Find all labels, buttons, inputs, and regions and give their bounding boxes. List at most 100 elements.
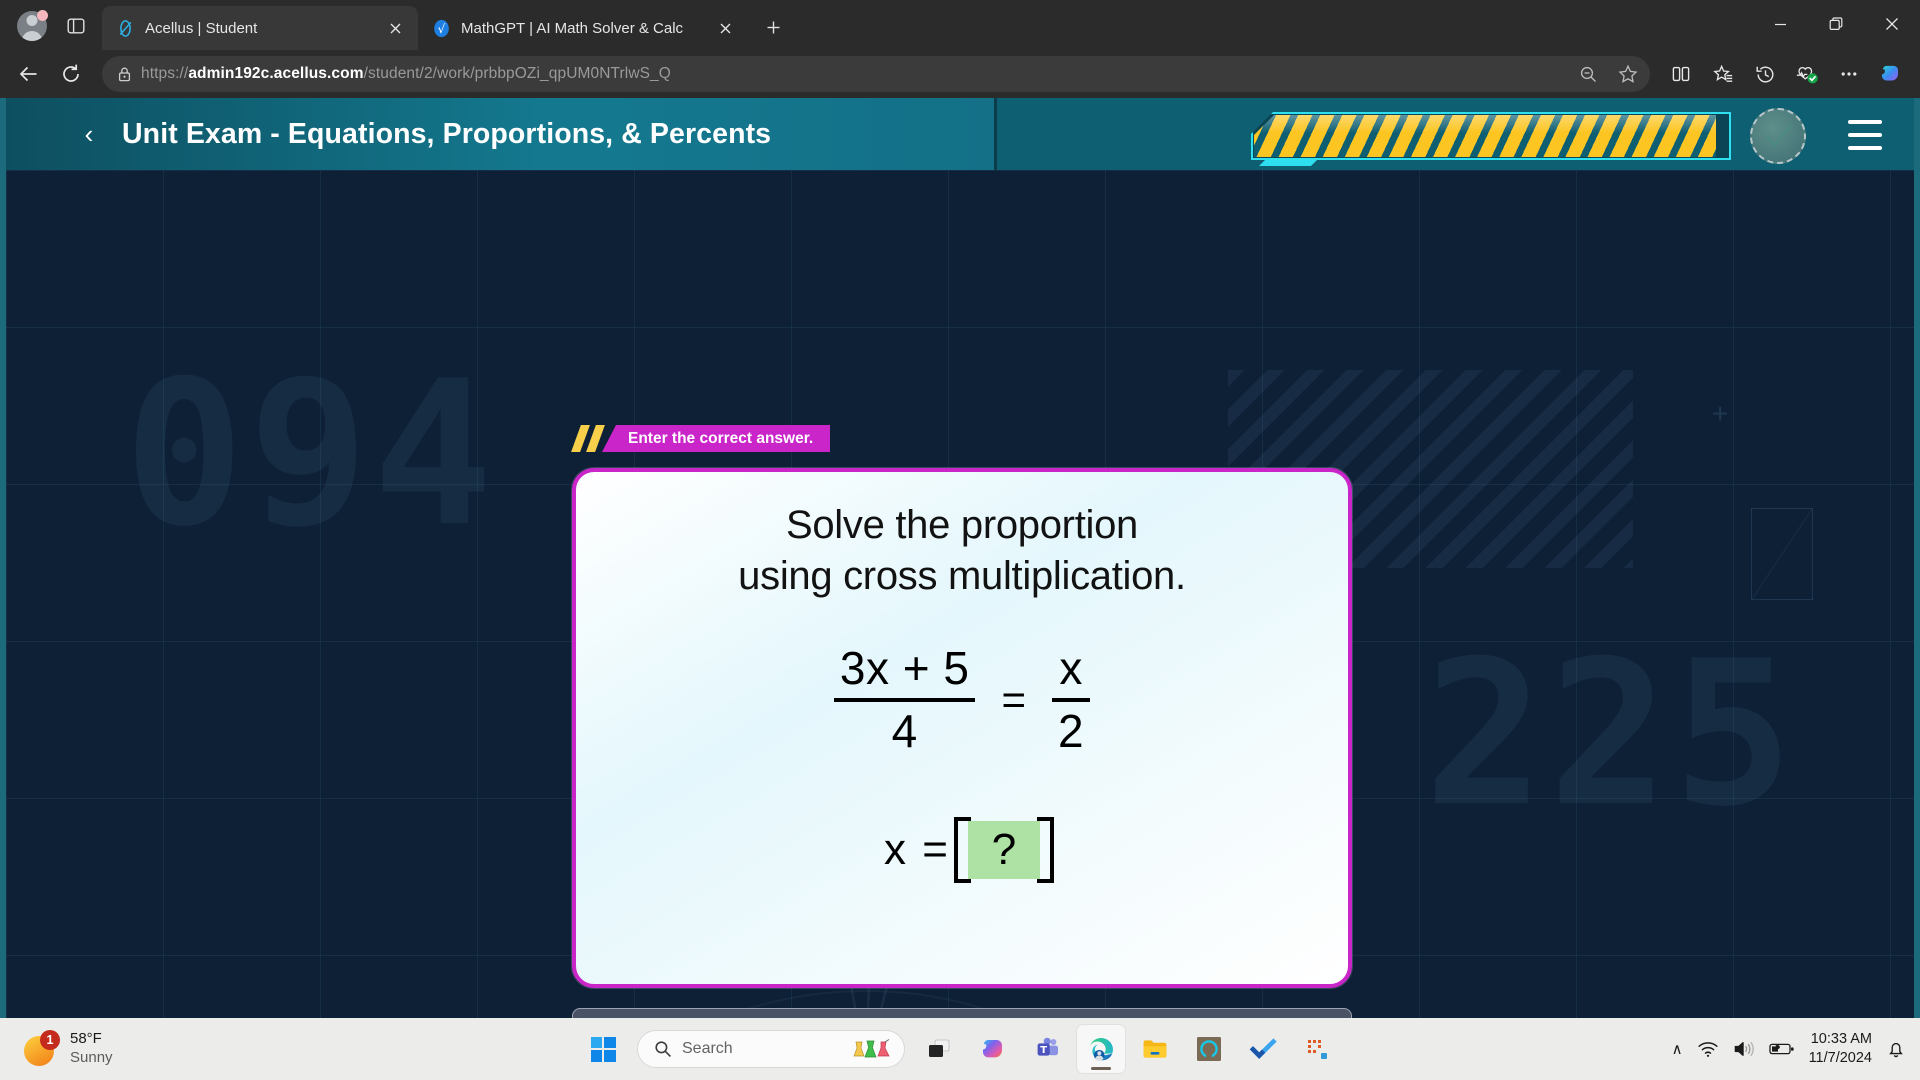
question-line-2: using cross multiplication. [738,554,1186,599]
close-window-button[interactable] [1864,0,1920,48]
weather-condition: Sunny [70,1049,113,1066]
equation: 3x + 5 4 = x 2 [833,642,1091,757]
microsoft-todo-icon[interactable] [1239,1025,1287,1073]
flasks-icon [850,1038,892,1060]
tab-title-acellus: Acellus | Student [145,19,258,37]
site-info-lock-icon[interactable] [116,66,133,83]
close-tab-icon[interactable] [382,15,408,41]
window-controls [1752,0,1920,48]
browser-essentials-icon[interactable] [1788,55,1826,93]
add-favorite-icon[interactable] [1612,58,1644,90]
microsoft-teams-icon[interactable]: T [1023,1025,1071,1073]
file-explorer-icon[interactable] [1131,1025,1179,1073]
background-plus-mark: + [1712,398,1729,429]
start-button[interactable] [579,1025,627,1073]
widget-icon[interactable] [1293,1025,1341,1073]
history-icon[interactable] [1746,55,1784,93]
acellus-app: ‹ Unit Exam - Equations, Proportions, & … [0,98,1920,1080]
progress-notch [1259,158,1319,166]
weather-text: 58°F Sunny [70,1030,113,1068]
background-number-left: 094 [124,338,498,571]
exam-back-button[interactable]: ‹ [62,119,116,150]
alexa-icon[interactable] [1185,1025,1233,1073]
battery-icon[interactable] [1768,1041,1795,1057]
svg-text:√: √ [438,22,446,36]
exam-progress-bar [1251,112,1731,160]
question-text: Solve the proportion using cross multipl… [738,500,1186,602]
equals-sign: = [1001,675,1027,723]
fraction-bar [1052,697,1091,702]
tab-title-mathgpt: MathGPT | AI Math Solver & Calc [461,19,684,37]
page-viewport: ‹ Unit Exam - Equations, Proportions, & … [0,98,1920,1080]
windows-logo-icon [590,1036,616,1062]
profile-button[interactable] [12,6,52,46]
zoom-out-icon[interactable] [1572,58,1604,90]
answer-placeholder-glyph: ? [991,824,1017,874]
header-divider [994,98,997,170]
close-tab-icon[interactable] [712,15,738,41]
browser-tab-acellus[interactable]: Acellus | Student [102,6,418,50]
clock-date: 11/7/2024 [1808,1050,1872,1066]
prompt-banner: Enter the correct answer. [571,425,831,452]
browser-tabstrip: Acellus | Student √ MathGPT | AI Math So… [0,0,1920,50]
acellus-icon [116,19,135,38]
volume-icon[interactable] [1733,1040,1755,1058]
favorites-icon[interactable] [1704,55,1742,93]
taskbar-search-box[interactable]: Search [637,1030,905,1068]
fraction-bar [833,697,976,702]
background-number-right: 225 [1424,618,1798,851]
question-line-1: Solve the proportion [785,503,1138,547]
clock-time: 10:33 AM [1810,1031,1872,1048]
taskbar-system-tray: ∧ 10:33 AM 11/7/2024 [1672,1030,1906,1068]
copilot-icon[interactable] [969,1025,1017,1073]
copilot-icon[interactable] [1872,55,1910,93]
wifi-icon[interactable] [1697,1040,1719,1058]
left-denominator: 4 [891,704,918,757]
split-screen-icon[interactable] [1662,55,1700,93]
bell-icon[interactable] [1886,1039,1906,1059]
taskbar-center-group: Search T [579,1025,1341,1073]
task-view-icon[interactable] [915,1025,963,1073]
exam-header: ‹ Unit Exam - Equations, Proportions, & … [6,98,1914,170]
answer-expression: x = ? [884,816,1054,883]
taskbar-clock[interactable]: 10:33 AM 11/7/2024 [1809,1030,1872,1068]
weather-notification-badge: 1 [40,1030,60,1050]
sun-icon: 1 [24,1030,60,1066]
refresh-button[interactable] [52,55,90,93]
settings-more-icon[interactable] [1830,55,1868,93]
restore-button[interactable] [1808,0,1864,48]
minimize-button[interactable] [1752,0,1808,48]
banner-slash-icon [586,425,605,452]
browser-toolbar: https://admin192c.acellus.com/student/2/… [0,50,1920,98]
address-bar[interactable]: https://admin192c.acellus.com/student/2/… [102,56,1650,92]
progress-fill [1254,115,1716,157]
right-denominator: 2 [1058,704,1085,757]
weather-temperature: 58°F [70,1030,102,1048]
new-tab-button[interactable] [756,10,790,44]
address-bar-url: https://admin192c.acellus.com/student/2/… [141,65,671,82]
question-card: Solve the proportion using cross multipl… [572,468,1352,988]
taskbar-weather-widget[interactable]: 1 58°F Sunny [24,1030,304,1068]
exam-body: 094 225 + + Enter the correct answer. [6,170,1914,1038]
exam-title: Unit Exam - Equations, Proportions, & Pe… [122,117,772,150]
back-button[interactable] [10,55,48,93]
prompt-banner-text: Enter the correct answer. [602,425,831,452]
svg-text:T: T [1040,1045,1047,1056]
left-numerator: 3x + 5 [839,642,970,695]
microsoft-edge-icon[interactable] [1077,1025,1125,1073]
mathgpt-icon: √ [432,19,451,38]
answer-variable-label: x = [884,824,950,874]
search-icon [654,1040,672,1058]
tab-actions-icon[interactable] [58,8,94,44]
tray-chevron-icon[interactable]: ∧ [1672,1040,1683,1058]
avatar[interactable] [1750,108,1806,164]
answer-placeholder-box: ? [953,816,1054,883]
hamburger-menu-icon[interactable] [1848,120,1882,150]
browser-tab-mathgpt[interactable]: √ MathGPT | AI Math Solver & Calc [418,6,748,50]
browser-window: Acellus | Student √ MathGPT | AI Math So… [0,0,1920,1080]
left-fraction: 3x + 5 4 [833,642,976,757]
right-numerator: x [1059,642,1083,695]
right-fraction: x 2 [1052,642,1091,757]
background-rect-decor [1751,508,1813,600]
search-placeholder: Search [682,1040,733,1057]
